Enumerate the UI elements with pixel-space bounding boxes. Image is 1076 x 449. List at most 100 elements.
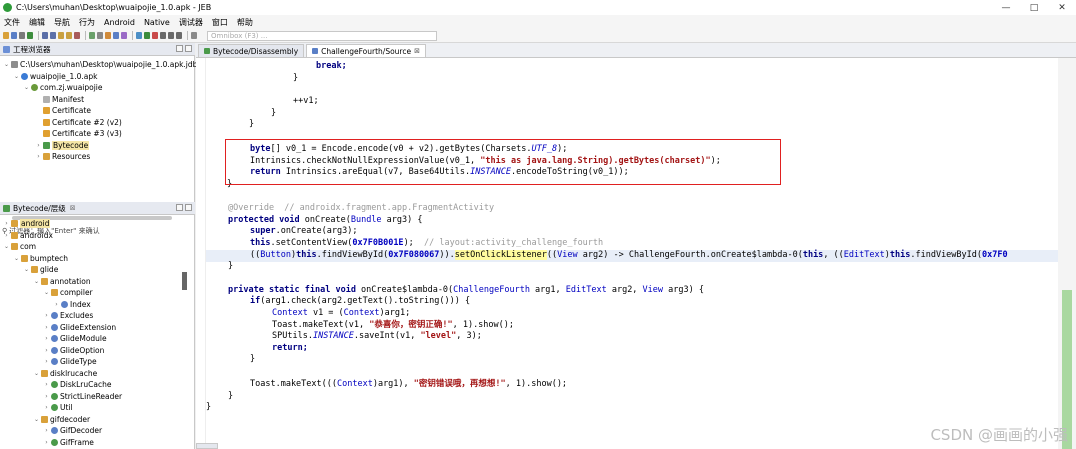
- tree-item-resources[interactable]: › Resources: [35, 151, 90, 163]
- maximize-pane-button[interactable]: [185, 204, 192, 211]
- tree-item-glidetype[interactable]: › GlideType: [43, 356, 96, 368]
- tree-item-gifdecoder-class[interactable]: › GifDecoder: [43, 425, 102, 437]
- minimize-pane-button[interactable]: [176, 204, 183, 211]
- class-icon: [51, 381, 58, 389]
- class-icon: [51, 335, 58, 343]
- package-folder-icon: [51, 289, 58, 297]
- step-over-icon[interactable]: [168, 32, 174, 39]
- tree-item-strictlinereader[interactable]: › StrictLineReader: [43, 391, 122, 403]
- toolbar-separator: [38, 31, 39, 40]
- apk-icon: [21, 73, 28, 81]
- tab-bytecode-disassembly[interactable]: Bytecode/Disassembly: [198, 44, 305, 57]
- comment-icon[interactable]: [113, 32, 119, 39]
- tree-item-gifframe[interactable]: › GifFrame: [43, 437, 94, 449]
- hierarchy-tab[interactable]: Bytecode/层级 ⊠: [0, 202, 195, 215]
- open-icon[interactable]: [3, 32, 9, 39]
- maximize-pane-button[interactable]: [185, 45, 192, 52]
- redo-icon[interactable]: [66, 32, 72, 39]
- tree-item-glideextension[interactable]: › GlideExtension: [43, 322, 116, 334]
- watermark-text: CSDN @画画的小强: [930, 426, 1068, 444]
- tree-item-androidx[interactable]: › androidx: [3, 230, 53, 242]
- tree-item-android[interactable]: › android: [3, 218, 51, 230]
- tree-item-excludes[interactable]: › Excludes: [43, 310, 93, 322]
- maximize-button[interactable]: □: [1020, 0, 1048, 15]
- code-line: }: [293, 73, 299, 83]
- run-icon[interactable]: [27, 32, 33, 39]
- code-line: Context v1 = (Context)arg1;: [272, 308, 411, 318]
- step-out-icon[interactable]: [176, 32, 182, 39]
- tree-item-glideoption[interactable]: › GlideOption: [43, 345, 104, 357]
- tree-item-index[interactable]: › Index: [53, 299, 90, 311]
- highlight-annotation-box: [225, 139, 781, 185]
- navigate-back-icon[interactable]: [42, 32, 48, 39]
- source-icon: [312, 48, 319, 54]
- hierarchy-icon: [3, 204, 10, 212]
- tree-item-disklrucache-class[interactable]: › DiskLruCache: [43, 379, 111, 391]
- toolbar-separator: [85, 31, 86, 40]
- search-icon[interactable]: [97, 32, 103, 39]
- tree-item-certificate-2[interactable]: Certificate #2 (v2): [35, 117, 122, 129]
- tree-item-glidemodule[interactable]: › GlideModule: [43, 333, 106, 345]
- tree-item-compiler[interactable]: ⌄ compiler: [43, 287, 93, 299]
- code-line: }: [271, 108, 277, 118]
- close-button[interactable]: ✕: [1048, 0, 1076, 15]
- minimize-pane-button[interactable]: [176, 45, 183, 52]
- code-line: protected void onCreate(Bundle arg3) {: [228, 215, 423, 225]
- close-tab-icon[interactable]: ⊠: [414, 47, 420, 55]
- save-icon[interactable]: [11, 32, 17, 39]
- class-icon: [51, 358, 58, 366]
- undo-icon[interactable]: [58, 32, 64, 39]
- package-folder-icon: [41, 278, 48, 286]
- code-editor[interactable]: break; } ++v1; } } byte[] v0_1 = Encode.…: [196, 58, 1058, 449]
- debug-run-icon[interactable]: [144, 32, 150, 39]
- decompile-icon[interactable]: [89, 32, 95, 39]
- project-explorer-tab[interactable]: 工程浏览器: [0, 43, 195, 56]
- properties-icon[interactable]: [19, 32, 25, 39]
- tab-challengefourth-source[interactable]: ChallengeFourth/Source ⊠: [306, 44, 426, 57]
- menu-navigate[interactable]: 导航: [54, 17, 70, 28]
- stop-icon[interactable]: [74, 32, 80, 39]
- xref-icon[interactable]: [121, 32, 127, 39]
- minimize-button[interactable]: —: [992, 0, 1020, 15]
- overview-ruler[interactable]: [1058, 58, 1076, 449]
- code-line: this.setContentView(0x7F0B001E); // layo…: [250, 238, 604, 248]
- tree-item-glide[interactable]: ⌄ glide: [23, 264, 58, 276]
- tree-item-package[interactable]: ⌄ com.zj.wuaipojie: [23, 82, 103, 94]
- step-into-icon[interactable]: [160, 32, 166, 39]
- left-pane: 工程浏览器 ⌄ C:\Users\muhan\Desktop\wuaipojie_…: [0, 43, 197, 449]
- tree-item-certificate[interactable]: Certificate: [35, 105, 91, 117]
- tree-item-disklrucache[interactable]: ⌄ disklrucache: [33, 368, 97, 380]
- tree-item-certificate-3[interactable]: Certificate #3 (v3): [35, 128, 122, 140]
- jeb-app-icon: [3, 3, 12, 12]
- tree-item-annotation[interactable]: ⌄ annotation: [33, 276, 91, 288]
- database-icon: [11, 61, 18, 69]
- tree-item-bumptech[interactable]: ⌄ bumptech: [13, 253, 68, 265]
- tree-item-com[interactable]: ⌄ com: [3, 241, 36, 253]
- debug-attach-icon[interactable]: [136, 32, 142, 39]
- navigate-forward-icon[interactable]: [50, 32, 56, 39]
- menu-debugger[interactable]: 调试器: [179, 17, 203, 28]
- menu-file[interactable]: 文件: [4, 17, 20, 28]
- tree-item-bytecode[interactable]: › Bytecode: [35, 140, 90, 152]
- menu-help[interactable]: 帮助: [237, 17, 253, 28]
- tree-item-jdb[interactable]: ⌄ C:\Users\muhan\Desktop\wuaipojie_1.0.ap…: [3, 59, 197, 71]
- tree-item-gifdecoder[interactable]: ⌄ gifdecoder: [33, 414, 90, 426]
- close-tab-icon[interactable]: ⊠: [70, 204, 76, 212]
- rename-icon[interactable]: [105, 32, 111, 39]
- code-line: Toast.makeText(v1, "恭喜你，密钥正确!", 1).show(…: [272, 320, 515, 330]
- project-explorer-tab-label: 工程浏览器: [13, 44, 51, 54]
- vertical-scrollbar[interactable]: [182, 272, 187, 290]
- settings-icon[interactable]: [191, 32, 197, 39]
- menu-action[interactable]: 行为: [79, 17, 95, 28]
- menu-edit[interactable]: 编辑: [29, 17, 45, 28]
- tree-item-util[interactable]: › Util: [43, 402, 72, 414]
- debug-stop-icon[interactable]: [152, 32, 158, 39]
- bottom-panel-tab[interactable]: [196, 443, 218, 449]
- menu-android[interactable]: Android: [104, 18, 135, 27]
- menu-native[interactable]: Native: [144, 18, 170, 27]
- tree-item-apk[interactable]: ⌄ wuaipojie_1.0.apk: [13, 71, 97, 83]
- tree-item-manifest[interactable]: Manifest: [35, 94, 84, 106]
- omnibox-input[interactable]: Omnibox (F3) ...: [207, 30, 437, 41]
- code-line: }: [228, 261, 234, 271]
- menu-window[interactable]: 窗口: [212, 17, 228, 28]
